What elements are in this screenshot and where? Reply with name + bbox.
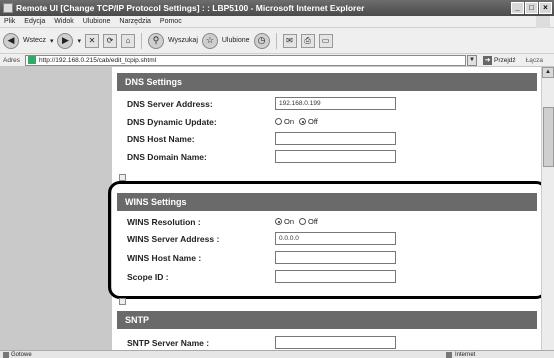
favorites-icon[interactable]: ☆ — [201, 32, 218, 49]
vertical-scrollbar[interactable]: ▲ — [541, 67, 554, 350]
forward-icon[interactable]: ▶ — [57, 32, 74, 49]
wins-highlight-frame — [108, 181, 548, 299]
status-bar: Gotowe Internet — [0, 350, 554, 358]
dns-domain-name-row: DNS Domain Name: — [127, 150, 396, 163]
links-label[interactable]: Łącza — [526, 57, 543, 64]
menu-item-help[interactable]: Pomoc — [160, 18, 182, 25]
dns-update-on-radio[interactable] — [275, 118, 282, 125]
sntp-server-name-label: SNTP Server Name : — [127, 337, 210, 348]
search-label[interactable]: Wyszukaj — [168, 37, 198, 44]
page-status-icon — [3, 351, 9, 358]
home-icon[interactable]: ⌂ — [120, 33, 135, 48]
windows-logo-icon — [536, 16, 550, 28]
back-icon[interactable]: ◀ — [3, 32, 19, 49]
menu-item-tools[interactable]: Narzędzia — [119, 18, 151, 25]
ie-icon — [3, 3, 13, 13]
dns-host-name-label: DNS Host Name: — [127, 133, 195, 144]
left-navigation-panel — [0, 67, 112, 350]
toolbar: ◀ Wstecz ▾ ▶ ▾ ✕ ⟳ ⌂ ⚲ Wyszukaj ☆ Ulubio… — [0, 28, 554, 54]
title-bar: Remote UI [Change TCP/IP Protocol Settin… — [0, 0, 554, 16]
dns-update-off-label: Off — [308, 117, 318, 126]
dns-domain-name-input[interactable] — [275, 150, 396, 163]
print-icon[interactable]: ⎙ — [300, 33, 315, 48]
history-icon[interactable]: ◷ — [253, 32, 270, 49]
address-bar: Adres http://192.168.0.215/cab/edit_tcpi… — [0, 54, 554, 67]
menu-item-edit[interactable]: Edycja — [24, 18, 45, 25]
dns-host-name-row: DNS Host Name: — [127, 132, 396, 145]
page-icon — [28, 56, 36, 64]
dns-dynamic-update-radios: On Off — [275, 117, 318, 126]
zone-text: Internet — [455, 351, 476, 358]
expand-icon[interactable] — [119, 174, 126, 181]
search-icon[interactable]: ⚲ — [147, 32, 164, 49]
dns-host-name-input[interactable] — [275, 132, 396, 145]
menu-bar: Plik Edycja Widok Ulubione Narzędzia Pom… — [0, 16, 554, 28]
stop-icon[interactable]: ✕ — [84, 33, 99, 48]
status-left: Gotowe — [3, 351, 32, 358]
menu-item-view[interactable]: Widok — [54, 18, 73, 25]
go-arrow-icon: ➜ — [483, 55, 492, 65]
address-url: http://192.168.0.215/cab/edit_tcpip.shtm… — [39, 56, 157, 64]
edit-icon[interactable]: ▭ — [318, 33, 333, 48]
dns-dynamic-update-label: DNS Dynamic Update: — [127, 116, 217, 127]
sntp-server-name-input[interactable] — [275, 336, 396, 349]
sntp-server-name-row: SNTP Server Name : — [127, 336, 396, 349]
dns-server-address-input[interactable] — [275, 97, 396, 110]
dns-server-address-label: DNS Server Address: — [127, 98, 213, 109]
favorites-label[interactable]: Ulubione — [222, 37, 250, 44]
address-label: Adres — [3, 56, 20, 64]
address-dropdown-icon[interactable]: ▼ — [467, 54, 477, 66]
address-input[interactable]: http://192.168.0.215/cab/edit_tcpip.shtm… — [25, 54, 466, 66]
status-text: Gotowe — [11, 351, 32, 358]
sntp-header: SNTP — [117, 311, 537, 329]
expand-icon[interactable] — [119, 298, 126, 305]
mail-icon[interactable]: ✉ — [282, 33, 297, 48]
back-dropdown-icon[interactable]: ▾ — [50, 37, 54, 45]
globe-icon — [446, 351, 452, 358]
dns-domain-name-label: DNS Domain Name: — [127, 151, 207, 162]
maximize-button[interactable]: □ — [525, 2, 538, 14]
dns-settings-header: DNS Settings — [117, 73, 537, 91]
dns-server-address-row: DNS Server Address: — [127, 97, 396, 110]
back-label[interactable]: Wstecz — [23, 37, 46, 44]
window-title: Remote UI [Change TCP/IP Protocol Settin… — [16, 3, 365, 13]
dns-update-on-label: On — [284, 117, 295, 126]
go-label: Przejdź — [494, 56, 516, 64]
dns-dynamic-update-row: DNS Dynamic Update: On Off — [127, 115, 318, 128]
go-button[interactable]: ➜ Przejdź — [483, 55, 516, 65]
scroll-thumb[interactable] — [543, 107, 554, 167]
toolbar-separator — [275, 32, 277, 49]
refresh-icon[interactable]: ⟳ — [102, 33, 117, 48]
minimize-button[interactable]: _ — [511, 2, 524, 14]
menu-item-file[interactable]: Plik — [4, 18, 15, 25]
status-zone: Internet — [446, 351, 476, 358]
scroll-up-icon[interactable]: ▲ — [542, 67, 554, 78]
dns-update-off-radio[interactable] — [299, 118, 307, 125]
toolbar-separator — [140, 32, 142, 49]
window-controls: _ □ × — [511, 2, 552, 14]
menu-item-favorites[interactable]: Ulubione — [83, 18, 111, 25]
forward-dropdown-icon[interactable]: ▾ — [77, 37, 81, 45]
close-button[interactable]: × — [539, 2, 552, 14]
